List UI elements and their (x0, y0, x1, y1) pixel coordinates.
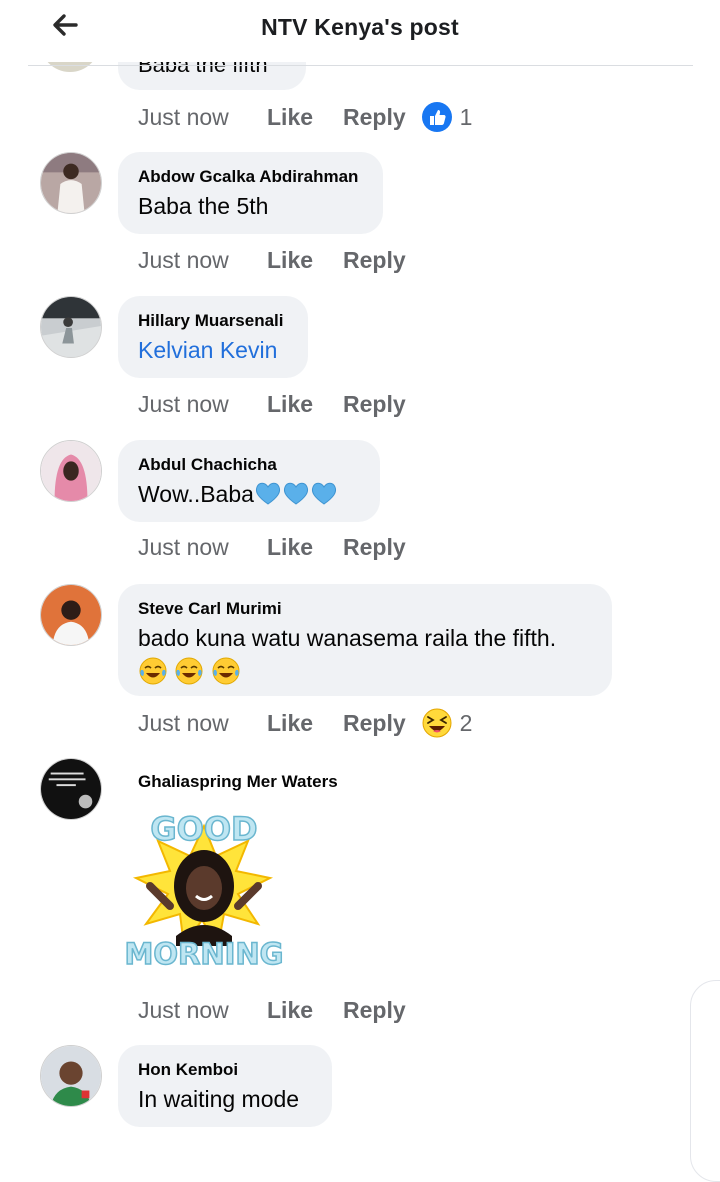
tears-of-joy-icon (212, 657, 240, 685)
mention-link[interactable]: Kelvian Kevin (138, 335, 288, 366)
blue-heart-icon (254, 481, 282, 507)
floating-panel-edge (690, 980, 720, 1182)
like-button[interactable]: Like (267, 244, 343, 276)
like-button[interactable]: Like (267, 994, 343, 1026)
like-button[interactable]: Like (267, 388, 343, 420)
comment-bubble[interactable]: Steve Carl Murimi bado kuna watu wanasem… (118, 584, 612, 696)
tears-of-joy-icon (139, 657, 167, 685)
like-button[interactable]: Like (267, 531, 343, 563)
avatar[interactable] (40, 296, 102, 358)
blue-heart-icon (282, 481, 310, 507)
reaction-summary[interactable]: 1 (421, 101, 473, 133)
comment-time: Just now (138, 534, 229, 560)
comment-bubble[interactable]: Hon Kemboi In waiting mode (118, 1045, 332, 1127)
good-morning-sticker[interactable]: GOOD MORNING (118, 806, 290, 972)
reply-button[interactable]: Reply (343, 531, 406, 563)
comment-time: Just now (138, 391, 229, 417)
comment-text: Wow..Baba (138, 479, 360, 510)
reaction-count: 1 (459, 104, 473, 130)
reaction-summary[interactable]: 2 (422, 707, 473, 739)
comment-actions: Just now Like Reply 1 (138, 101, 472, 133)
sticker-text-top: GOOD (150, 810, 257, 848)
top-bar: NTV Kenya's post (0, 0, 720, 62)
page-title: NTV Kenya's post (261, 14, 459, 40)
like-button[interactable]: Like (267, 707, 343, 739)
comment-bubble[interactable]: Hillary Muarsenali Kelvian Kevin (118, 296, 308, 378)
comment-time: Just now (138, 104, 229, 130)
avatar[interactable] (40, 440, 102, 502)
reply-button[interactable]: Reply (343, 101, 406, 133)
comment-text: bado kuna watu wanasema raila the fifth. (138, 625, 557, 651)
commenter-name[interactable]: Abdul Chachicha (138, 455, 360, 475)
commenter-name[interactable]: Steve Carl Murimi (138, 599, 592, 619)
reply-button[interactable]: Reply (343, 707, 406, 739)
reply-button[interactable]: Reply (343, 388, 406, 420)
comment-actions: Just now Like Reply (138, 244, 406, 276)
commenter-name[interactable]: Abdow Gcalka Abdirahman (138, 167, 363, 187)
reply-button[interactable]: Reply (343, 994, 406, 1026)
like-reaction-icon (421, 102, 452, 132)
comment-text-value: Wow..Baba (138, 481, 254, 507)
reaction-count: 2 (459, 710, 473, 736)
comment-actions: Just now Like Reply (138, 994, 406, 1026)
comment-actions: Just now Like Reply (138, 388, 406, 420)
comment-bubble[interactable]: Abdow Gcalka Abdirahman Baba the 5th (118, 152, 383, 234)
commenter-name[interactable]: Hon Kemboi (138, 1060, 312, 1080)
avatar[interactable] (40, 152, 102, 214)
blue-heart-icon (310, 481, 338, 507)
avatar[interactable] (40, 758, 102, 820)
avatar[interactable] (40, 584, 102, 646)
tears-of-joy-icon (175, 657, 203, 685)
emoji-row (138, 656, 592, 688)
commenter-name[interactable]: Ghaliaspring Mer Waters (138, 772, 338, 792)
comment-actions: Just now Like Reply (138, 531, 406, 563)
commenter-name[interactable]: Hillary Muarsenali (138, 311, 288, 331)
reply-button[interactable]: Reply (343, 244, 406, 276)
comment-text: In waiting mode (138, 1086, 300, 1112)
comment-time: Just now (138, 247, 229, 273)
comment-actions: Just now Like Reply 2 (138, 707, 472, 739)
comment-time: Just now (138, 710, 229, 736)
comment-bubble[interactable]: Abdul Chachicha Wow..Baba (118, 440, 380, 522)
comment-time: Just now (138, 997, 229, 1023)
sticker-text-bottom: MORNING (125, 937, 284, 971)
header-divider (28, 65, 693, 66)
avatar[interactable] (40, 1045, 102, 1107)
like-button[interactable]: Like (267, 101, 343, 133)
comment-text: Baba the 5th (138, 193, 269, 219)
haha-reaction-icon (422, 708, 452, 738)
